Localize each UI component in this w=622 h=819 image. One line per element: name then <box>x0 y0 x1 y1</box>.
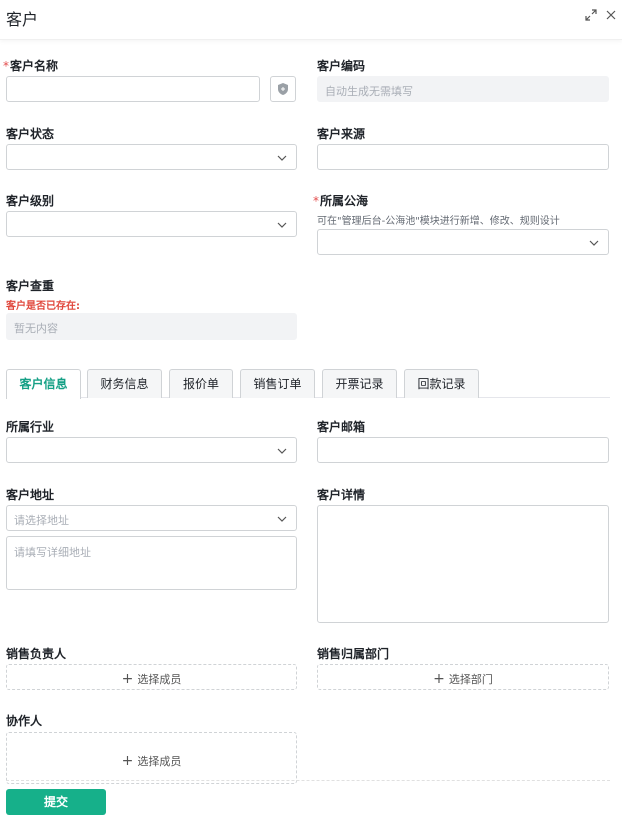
tab-payment-records[interactable]: 回款记录 <box>404 369 479 398</box>
sales-dept-label: 销售归属部门 <box>317 647 390 661</box>
description-label: 客户详情 <box>317 488 366 502</box>
tab-finance-info[interactable]: 财务信息 <box>87 369 162 398</box>
shield-icon <box>278 83 288 95</box>
dedupe-warning: 客户是否已存在: <box>6 301 80 312</box>
select-department-label: 选择部门 <box>448 673 493 686</box>
customer-name-label: *客户名称 <box>3 59 59 73</box>
plus-icon: + <box>433 671 445 687</box>
customer-status-select[interactable] <box>6 144 297 170</box>
collaborator-label: 协作人 <box>6 714 43 728</box>
customer-name-input[interactable] <box>6 76 260 102</box>
select-collaborator-button[interactable]: + 选择成员 <box>6 732 297 784</box>
customer-source-input[interactable] <box>317 144 609 170</box>
customer-code-input: 自动生成无需填写 <box>317 76 609 102</box>
dialog-title: 客户 <box>6 10 39 29</box>
address-detail-textarea[interactable]: 请填写详细地址 <box>6 536 297 590</box>
public-pool-label: *所属公海 <box>313 194 369 208</box>
expand-icon[interactable] <box>583 9 599 25</box>
tab-quotation[interactable]: 报价单 <box>169 369 233 398</box>
plus-icon: + <box>121 753 134 769</box>
footer-divider <box>6 780 610 781</box>
public-pool-select[interactable] <box>317 229 609 255</box>
chevron-down-icon <box>589 240 599 246</box>
dialog-header: 客户 <box>0 0 622 40</box>
industry-label: 所属行业 <box>6 420 55 434</box>
address-region-select[interactable]: 请选择地址 <box>6 505 297 531</box>
chevron-down-icon <box>277 222 287 228</box>
email-input[interactable] <box>317 437 609 463</box>
tab-invoice-records[interactable]: 开票记录 <box>322 369 397 398</box>
customer-level-select[interactable] <box>6 211 297 237</box>
customer-code-placeholder: 自动生成无需填写 <box>325 85 413 98</box>
address-region-placeholder: 请选择地址 <box>14 514 69 527</box>
sales-owner-label: 销售负责人 <box>6 647 67 661</box>
chevron-down-icon <box>277 516 287 522</box>
email-label: 客户邮箱 <box>317 420 366 434</box>
address-detail-placeholder: 请填写详细地址 <box>14 546 91 559</box>
customer-code-label: 客户编码 <box>317 59 366 73</box>
dedupe-check-button[interactable] <box>270 76 296 102</box>
dedupe-result-box: 暂无内容 <box>6 313 297 340</box>
close-icon[interactable] <box>603 9 619 25</box>
dedupe-label: 客户查重 <box>6 279 55 293</box>
select-member-label: 选择成员 <box>137 673 182 686</box>
select-sales-owner-button[interactable]: + 选择成员 <box>6 664 297 690</box>
customer-level-label: 客户级别 <box>6 194 55 208</box>
plus-icon: + <box>121 671 134 687</box>
dedupe-empty-text: 暂无内容 <box>14 322 58 335</box>
tab-sales-order[interactable]: 销售订单 <box>240 369 315 398</box>
description-textarea[interactable] <box>317 505 609 623</box>
submit-button[interactable]: 提交 <box>6 789 106 815</box>
customer-source-label: 客户来源 <box>317 127 366 141</box>
select-department-button[interactable]: + 选择部门 <box>317 664 609 690</box>
select-member-label: 选择成员 <box>137 755 182 768</box>
chevron-down-icon <box>277 448 287 454</box>
customer-status-label: 客户状态 <box>6 127 55 141</box>
chevron-down-icon <box>277 155 287 161</box>
public-pool-hint: 可在"管理后台-公海池"模块进行新增、修改、规则设计 <box>317 216 560 227</box>
address-label: 客户地址 <box>6 488 55 502</box>
industry-select[interactable] <box>6 437 297 463</box>
tab-customer-info[interactable]: 客户信息 <box>6 369 81 399</box>
